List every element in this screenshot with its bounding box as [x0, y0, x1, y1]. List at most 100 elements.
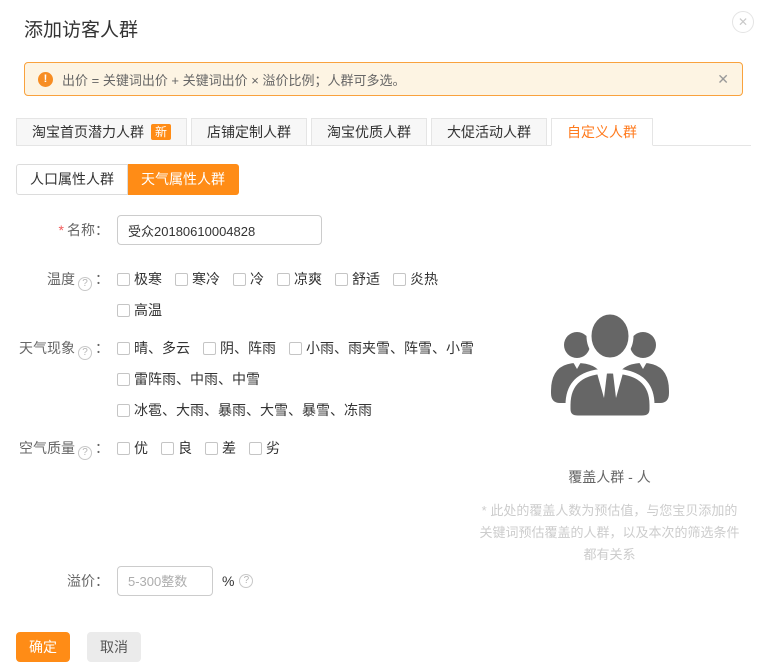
alert-icon: !: [38, 72, 53, 87]
cancel-button[interactable]: 取消: [87, 632, 141, 662]
checkbox-option[interactable]: 雷阵雨、中雨、中雪: [117, 368, 260, 390]
checkbox[interactable]: [161, 442, 174, 455]
coverage-note: * 此处的覆盖人数为预估值，与您宝贝添加的关键词预估覆盖的人群，以及本次的筛选条…: [462, 500, 757, 566]
help-icon[interactable]: ?: [78, 446, 92, 460]
tab-label: 淘宝首页潜力人群: [32, 124, 144, 140]
subtab[interactable]: 天气属性人群: [128, 164, 239, 195]
tab[interactable]: 大促活动人群: [431, 118, 547, 146]
group-label: 温度?：: [0, 268, 117, 291]
help-icon[interactable]: ?: [78, 277, 92, 291]
checkbox-option[interactable]: 良: [161, 437, 192, 459]
checkbox-label: 优: [134, 437, 148, 459]
people-group-icon: [546, 305, 674, 420]
checkbox[interactable]: [175, 273, 188, 286]
tab[interactable]: 淘宝首页潜力人群新: [16, 118, 187, 146]
checkbox[interactable]: [289, 342, 302, 355]
checkbox-option[interactable]: 优: [117, 437, 148, 459]
group-label-text: 天气现象: [19, 340, 75, 356]
checkbox-option[interactable]: 舒适: [335, 268, 380, 290]
checkbox-label: 冷: [250, 268, 264, 290]
checkbox-option[interactable]: 凉爽: [277, 268, 322, 290]
page-title: 添加访客人群: [24, 0, 767, 42]
checkbox[interactable]: [203, 342, 216, 355]
checkbox-option[interactable]: 晴、多云: [117, 337, 190, 359]
group-label: 天气现象?：: [0, 337, 117, 360]
name-field-row: *名称：: [0, 215, 462, 245]
colon: ：: [95, 222, 109, 238]
checkbox-label: 高温: [134, 299, 162, 321]
colon: ：: [95, 440, 109, 456]
form-group-row: 空气质量?： 优 良 差 劣: [0, 437, 462, 468]
checkbox[interactable]: [249, 442, 262, 455]
checkbox-label: 炎热: [410, 268, 438, 290]
group-label: 空气质量?：: [0, 437, 117, 460]
checkbox[interactable]: [335, 273, 348, 286]
checkbox-label: 良: [178, 437, 192, 459]
checkbox[interactable]: [117, 442, 130, 455]
checkbox-option[interactable]: 阴、阵雨: [203, 337, 276, 359]
help-icon[interactable]: ?: [239, 574, 253, 588]
confirm-button[interactable]: 确定: [16, 632, 70, 662]
notice-close-icon[interactable]: ✕: [717, 71, 729, 88]
help-icon[interactable]: ?: [78, 346, 92, 360]
checkbox-option[interactable]: 小雨、雨夹雪、阵雪、小雪: [289, 337, 474, 359]
checkbox-label: 小雨、雨夹雪、阵雪、小雪: [306, 337, 474, 359]
checkbox-label: 劣: [266, 437, 280, 459]
checkbox-option[interactable]: 极寒: [117, 268, 162, 290]
tab[interactable]: 自定义人群: [551, 118, 653, 146]
checkbox-option[interactable]: 炎热: [393, 268, 438, 290]
checkbox-option[interactable]: 寒冷: [175, 268, 220, 290]
checkbox-option[interactable]: 高温: [117, 299, 162, 321]
colon: ：: [95, 340, 109, 356]
checkbox-option[interactable]: 冷: [233, 268, 264, 290]
checkbox[interactable]: [117, 404, 130, 417]
checkbox[interactable]: [117, 273, 130, 286]
checkbox-option[interactable]: 差: [205, 437, 236, 459]
checkbox-label: 阴、阵雨: [220, 337, 276, 359]
option-list: 晴、多云 阴、阵雨 小雨、雨夹雪、阵雪、小雪雷阵雨、中雨、中雪冰雹、大雨、暴雨、大雪…: [117, 337, 487, 430]
checkbox[interactable]: [117, 304, 130, 317]
coverage-panel: 覆盖人群 - 人 * 此处的覆盖人数为预估值，与您宝贝添加的关键词预估覆盖的人群…: [462, 215, 757, 566]
dialog-close-button[interactable]: ✕: [732, 11, 754, 33]
checkbox[interactable]: [117, 373, 130, 386]
checkbox-option[interactable]: 劣: [249, 437, 280, 459]
checkbox-option[interactable]: 冰雹、大雨、暴雨、大雪、暴雪、冻雨: [117, 399, 372, 421]
checkbox-label: 凉爽: [294, 268, 322, 290]
checkbox[interactable]: [205, 442, 218, 455]
colon: ：: [95, 573, 109, 589]
action-bar: 确定 取消: [16, 632, 767, 662]
name-label: *名称：: [0, 215, 117, 245]
checkbox-label: 舒适: [352, 268, 380, 290]
form-group-row: 温度?： 极寒 寒冷 冷 凉爽 舒适 炎热高温: [0, 268, 462, 330]
add-visitor-audience-dialog: ✕ 添加访客人群 ! 出价 = 关键词出价 + 关键词出价 × 溢价比例；人群可…: [0, 0, 767, 663]
tab[interactable]: 店铺定制人群: [191, 118, 307, 146]
premium-field-row: 溢价： % ?: [0, 566, 767, 596]
premium-input[interactable]: [117, 566, 213, 596]
option-list: 优良差劣: [117, 437, 462, 468]
dialog-body: *名称： 温度?：极寒寒冷冷凉爽舒适炎热高温天气现象?：晴、多云阴、阵雨小雨、雨…: [0, 215, 767, 566]
subtab[interactable]: 人口属性人群: [16, 164, 128, 195]
checkbox-label: 寒冷: [192, 268, 220, 290]
premium-label: 溢价：: [0, 566, 117, 596]
checkbox-label: 差: [222, 437, 236, 459]
checkbox[interactable]: [233, 273, 246, 286]
premium-label-text: 溢价: [67, 573, 95, 589]
checkbox-label: 晴、多云: [134, 337, 190, 359]
note-line: * 此处的覆盖人数为预估值，与您宝贝添加的: [462, 500, 757, 522]
tab-bar: 淘宝首页潜力人群新店铺定制人群淘宝优质人群大促活动人群自定义人群: [16, 118, 751, 146]
checkbox[interactable]: [393, 273, 406, 286]
checkbox-label: 极寒: [134, 268, 162, 290]
option-row: 雷阵雨、中雨、中雪: [117, 368, 487, 390]
subtab-bar: 人口属性人群天气属性人群: [16, 164, 239, 195]
checkbox[interactable]: [117, 342, 130, 355]
group-label-text: 空气质量: [19, 440, 75, 456]
checkbox[interactable]: [277, 273, 290, 286]
note-line: 关键词预估覆盖的人群，以及本次的筛选条件: [462, 522, 757, 544]
option-row: 极寒 寒冷 冷 凉爽 舒适 炎热: [117, 268, 462, 290]
checkbox-label: 冰雹、大雨、暴雨、大雪、暴雪、冻雨: [134, 399, 372, 421]
tab[interactable]: 淘宝优质人群: [311, 118, 427, 146]
checkbox-groups: 温度?：极寒寒冷冷凉爽舒适炎热高温天气现象?：晴、多云阴、阵雨小雨、雨夹雪、阵雪…: [0, 268, 462, 468]
note-line: 都有关系: [462, 544, 757, 566]
notice-text: 出价 = 关键词出价 + 关键词出价 × 溢价比例；人群可多选。: [62, 70, 717, 89]
audience-name-input[interactable]: [117, 215, 322, 245]
